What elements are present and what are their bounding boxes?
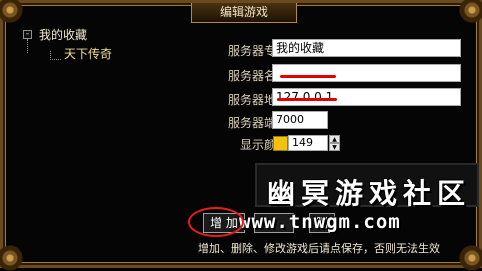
save-note: 增加、删除、修改游戏后请点保存，否则无法生效 [198,242,440,255]
red-circle-annotation [188,207,244,237]
color-swatch[interactable] [273,136,288,151]
window-title: 编辑游戏 [191,3,297,23]
caret-up-icon: ▲ [332,136,337,143]
red-underline [280,75,336,78]
tree-root-item[interactable]: 我的收藏 [39,26,87,43]
server-tree: - 我的收藏 天下传奇 [17,25,185,261]
zone-field[interactable]: 我的收藏 [272,39,461,57]
tree-connector [27,39,28,53]
brand-watermark: 幽冥游戏社区 [255,163,479,210]
color-value-field[interactable]: 149 [288,135,328,151]
tree-child-item[interactable]: 天下传奇 [64,45,112,62]
address-field[interactable]: 127.0.0.1 [272,88,461,106]
tree-connector [50,51,61,60]
spin-up-button[interactable]: ▲ [329,135,340,143]
frame-corner-ornament [459,0,482,23]
collapse-icon[interactable]: - [23,30,32,39]
frame-corner-ornament [459,245,482,271]
url-watermark: www.tnwgm.com [239,211,401,233]
port-field[interactable]: 7000 [272,111,328,129]
frame-corner-ornament [0,0,23,23]
caret-down-icon: ▼ [332,144,337,151]
brand-text: 幽冥游戏社区 [267,177,472,210]
dialog-frame: 编辑游戏 - 我的收藏 天下传奇 服务器专区: 我的收藏 服务器名称: 服务器地… [0,0,482,271]
name-field[interactable] [272,64,461,82]
red-underline [277,98,337,101]
spin-down-button[interactable]: ▼ [329,143,340,151]
